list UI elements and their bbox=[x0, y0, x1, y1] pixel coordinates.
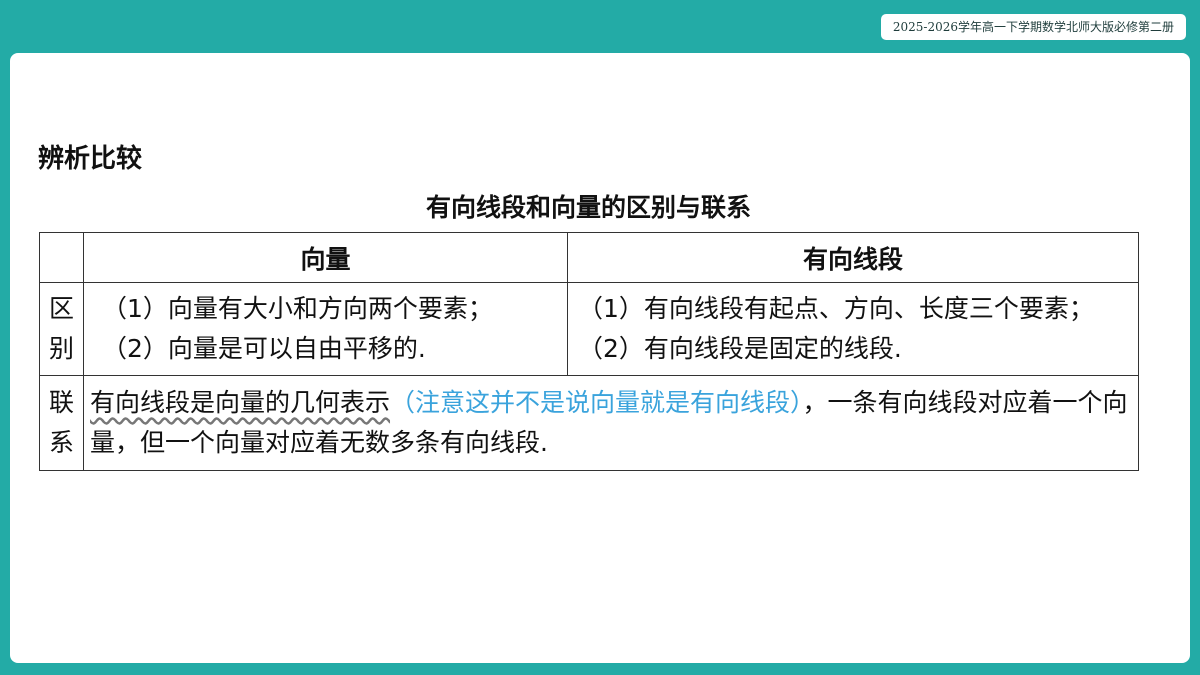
header-vector: 向量 bbox=[83, 232, 568, 283]
cell-relation: 有向线段是向量的几何表示（注意这并不是说向量就是有向线段），一条有向线段对应着一… bbox=[83, 375, 1139, 471]
row-label-char: 区 bbox=[48, 294, 74, 323]
table-header-row: 向量 有向线段 bbox=[39, 232, 1139, 283]
vector-point-2: （2）向量是可以自由平移的. bbox=[102, 334, 426, 363]
row-label-relation: 联 系 bbox=[39, 375, 84, 471]
key-statement: 有向线段是向量的几何表示 bbox=[90, 388, 391, 417]
blue-note: （注意这并不是说向量就是有向线段） bbox=[390, 388, 803, 417]
header-directed-segment: 有向线段 bbox=[567, 232, 1139, 283]
row-label-char: 联 bbox=[48, 388, 74, 417]
cell-segment-difference: （1）有向线段有起点、方向、长度三个要素；（2）有向线段是固定的线段. bbox=[567, 282, 1139, 376]
vector-point-1: （1）向量有大小和方向两个要素； bbox=[102, 294, 493, 323]
comparison-table: 向量 有向线段 区 别 （1）向量有大小和方向两个要素； （2）向量是可以自由平… bbox=[39, 232, 1139, 471]
cell-vector-difference: （1）向量有大小和方向两个要素； （2）向量是可以自由平移的. bbox=[83, 282, 568, 376]
section-title: 辨析比较 bbox=[38, 144, 143, 174]
row-label-char: 系 bbox=[48, 428, 74, 457]
segment-points: （1）有向线段有起点、方向、长度三个要素；（2）有向线段是固定的线段. bbox=[578, 294, 1094, 363]
table-title: 有向线段和向量的区别与联系 bbox=[425, 193, 751, 222]
row-label-difference: 区 别 bbox=[39, 282, 84, 376]
course-badge: 2025-2026学年高一下学期数学北师大版必修第二册 bbox=[880, 14, 1186, 40]
table-row-relation: 联 系 有向线段是向量的几何表示（注意这并不是说向量就是有向线段），一条有向线段… bbox=[39, 375, 1139, 471]
row-label-char: 别 bbox=[48, 334, 74, 363]
table-row-difference: 区 别 （1）向量有大小和方向两个要素； （2）向量是可以自由平移的. （1）有… bbox=[39, 282, 1139, 376]
header-blank bbox=[39, 232, 84, 283]
